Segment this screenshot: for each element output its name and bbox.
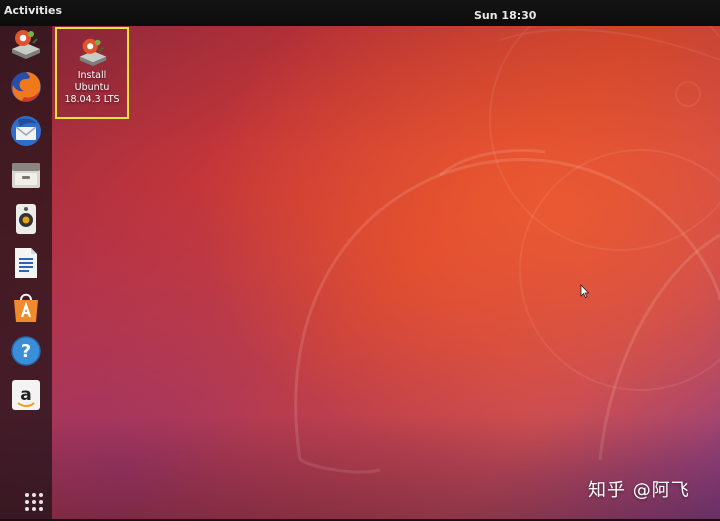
dock-item-files[interactable] xyxy=(7,156,45,194)
pointer-icon xyxy=(580,283,590,299)
firefox-icon xyxy=(11,72,41,102)
show-applications-button[interactable] xyxy=(23,491,49,517)
installer-desktop-image xyxy=(77,34,109,72)
dock-item-libreoffice-writer[interactable] xyxy=(7,244,45,282)
desktop-icon-install-ubuntu[interactable]: Install Ubuntu 18.04.3 LTS xyxy=(55,27,129,119)
dock-item-firefox[interactable] xyxy=(7,68,45,106)
desktop-icon-label-line: Install xyxy=(77,70,107,81)
svg-text:a: a xyxy=(20,385,31,405)
dock-item-amazon[interactable]: a xyxy=(7,376,45,414)
dock-item-thunderbird[interactable] xyxy=(7,112,45,150)
amazon-icon: a xyxy=(12,380,40,410)
writer-icon xyxy=(15,248,37,278)
svg-text:?: ? xyxy=(21,341,31,362)
dock-item-help[interactable]: ? xyxy=(7,332,45,370)
dock-item-install-ubuntu[interactable] xyxy=(7,24,45,62)
watermark-text: 知乎 @阿飞 xyxy=(588,480,690,501)
files-icon xyxy=(12,163,40,188)
activities-button[interactable]: Activities xyxy=(4,4,62,17)
dock-item-rhythmbox[interactable] xyxy=(7,200,45,238)
help-icon: ? xyxy=(11,336,41,366)
rhythmbox-icon xyxy=(16,204,36,234)
thunderbird-icon xyxy=(11,116,41,146)
top-bar: Activities Sun 18:30 xyxy=(0,0,720,26)
mouse-pointer xyxy=(580,283,590,302)
installer-icon xyxy=(12,30,40,59)
desktop-icon-label-line: 18.04.3 LTS xyxy=(64,94,120,105)
show-applications-icon xyxy=(25,493,43,511)
dock-item-ubuntu-software[interactable] xyxy=(7,288,45,326)
clock[interactable]: Sun 18:30 xyxy=(474,9,536,22)
desktop-icon-label-line: Ubuntu xyxy=(74,82,110,93)
desktop-icon-label: Install Ubuntu 18.04.3 LTS xyxy=(57,70,127,106)
software-center-icon xyxy=(14,293,38,322)
installer-icon xyxy=(79,38,107,67)
dock: ? a xyxy=(0,22,52,519)
